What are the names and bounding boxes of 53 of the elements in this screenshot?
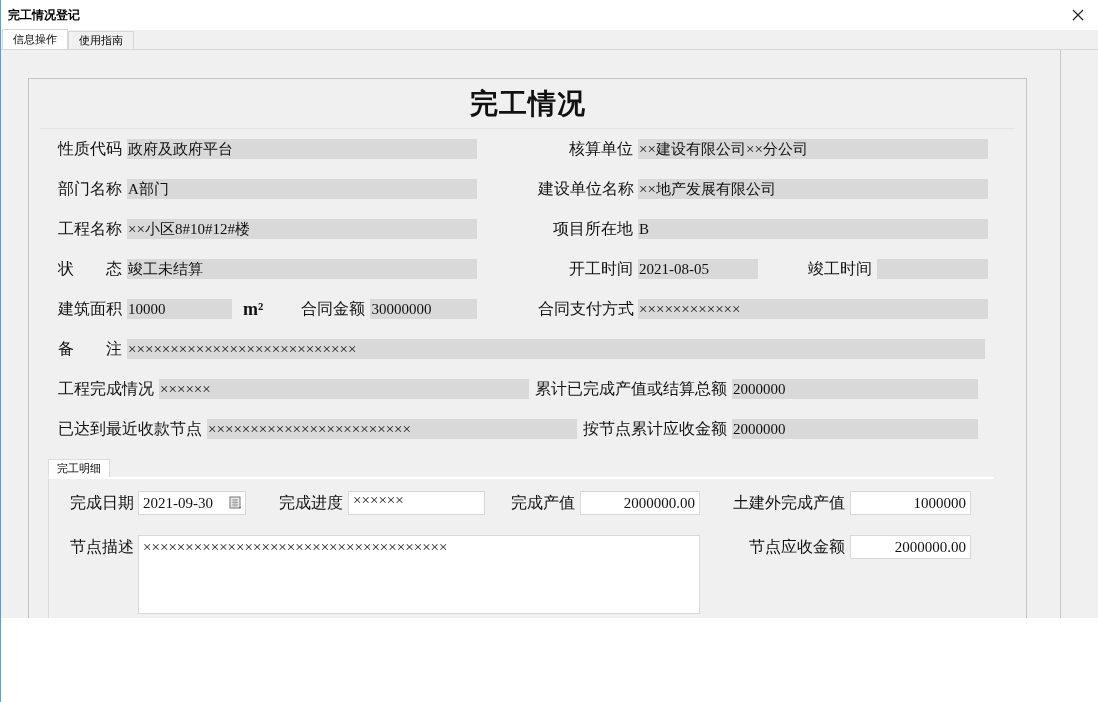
value-field[interactable]: 10000 [127, 299, 232, 319]
input-field[interactable]: 2000000.00 [850, 535, 971, 559]
value-field[interactable]: ××小区8#10#12#楼 [127, 219, 477, 239]
input-field[interactable]: 1000000 [850, 491, 971, 515]
field-label: 完成日期 [70, 493, 135, 513]
field-label: 节点应收金额 [748, 537, 846, 557]
unit-label: m² [243, 298, 264, 320]
value-field[interactable]: B [638, 219, 988, 239]
input-field[interactable]: 2000000.00 [580, 491, 700, 515]
field-label: 部门名称 [58, 178, 123, 199]
value-field[interactable]: 政府及政府平台 [127, 139, 477, 159]
field-label: 状 态 [58, 258, 123, 279]
field-label: 核算单位 [568, 138, 634, 159]
field-label: 工程名称 [58, 218, 123, 239]
value-field[interactable]: 30000000 [370, 299, 477, 319]
value-field[interactable]: ××地产发展有限公司 [638, 179, 988, 199]
value-field[interactable]: ×××××××××××××××××××××××× [207, 419, 577, 439]
field-label: 开工时间 [568, 258, 634, 279]
field-label: 建设单位名称 [538, 178, 635, 199]
field-label: 节点描述 [70, 537, 135, 557]
field-label: 合同金额 [301, 298, 367, 319]
window-title: 完工情况登记 [8, 6, 80, 24]
text-area[interactable]: ×××××××××××××××××××××××××××××××××××× [138, 535, 700, 614]
form-title: 完工情况 [469, 86, 586, 121]
value-field[interactable]: ×××××××××××× [638, 299, 988, 319]
input-field[interactable]: ×××××× [348, 491, 485, 515]
value-field[interactable]: ××建设有限公司××分公司 [638, 139, 988, 159]
field-label: 已达到最近收款节点 [58, 418, 203, 439]
field-label: 完成进度 [278, 493, 344, 513]
value-field[interactable]: 2021-08-05 [638, 259, 758, 279]
field-label: 竣工时间 [808, 258, 873, 279]
tab[interactable]: 使用指南 [68, 31, 134, 49]
tab[interactable]: 完工明细 [48, 459, 110, 477]
field-label: 完成产值 [510, 493, 576, 513]
value-field[interactable]: 竣工未结算 [127, 259, 477, 279]
field-label: 项目所在地 [552, 218, 634, 239]
calendar-icon[interactable] [229, 496, 243, 510]
value-field[interactable]: ××××××××××××××××××××××××××× [127, 339, 985, 359]
value-field[interactable]: 2000000 [732, 379, 978, 399]
value-field[interactable]: A部门 [127, 179, 477, 199]
field-label: 累计已完成产值或结算总额 [535, 378, 728, 399]
value-field[interactable]: ×××××× [159, 379, 529, 399]
field-label: 建筑面积 [58, 298, 123, 319]
date-field[interactable]: 2021-09-30 [138, 491, 246, 515]
field-label: 性质代码 [58, 138, 123, 159]
tab[interactable]: 信息操作 [2, 29, 68, 49]
field-label: 备 注 [58, 338, 123, 359]
value-field[interactable]: 2000000 [732, 419, 978, 439]
field-label: 土建外完成产值 [732, 493, 846, 513]
field-label: 按节点累计应收金额 [583, 418, 728, 439]
close-icon[interactable] [1072, 9, 1084, 21]
field-label: 工程完成情况 [58, 378, 155, 399]
field-label: 合同支付方式 [538, 298, 635, 319]
